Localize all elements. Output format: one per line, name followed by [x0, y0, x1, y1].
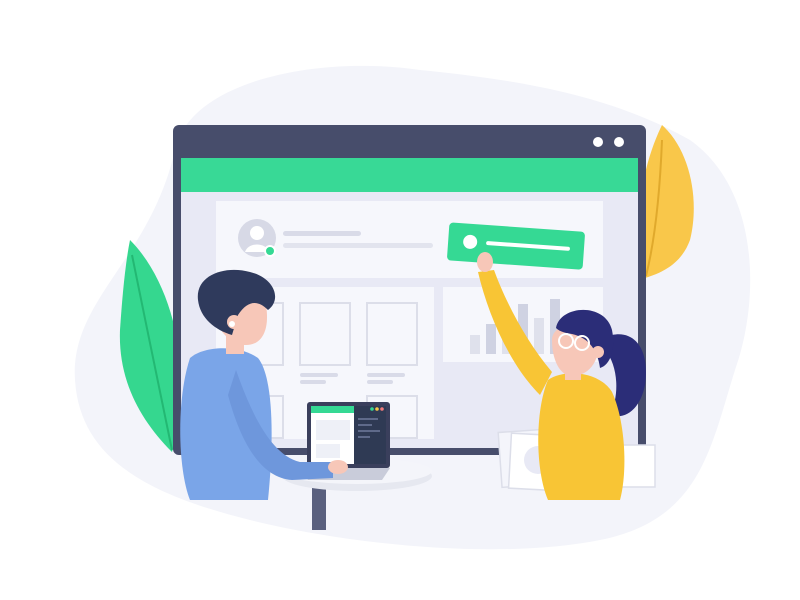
window-header-bar — [181, 158, 638, 192]
chart-bar — [534, 318, 544, 354]
online-status-dot — [264, 245, 276, 257]
window-control-dot — [614, 137, 624, 147]
chart-bar — [486, 324, 496, 354]
woman-torso — [538, 373, 625, 500]
window-control-dot — [593, 137, 603, 147]
chart-bar — [470, 335, 480, 354]
team-dashboard-illustration — [74, 65, 751, 550]
